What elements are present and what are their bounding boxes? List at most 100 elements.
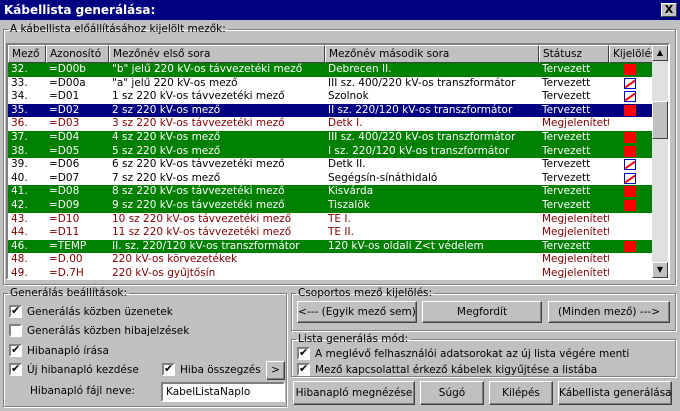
exit-button[interactable]: Kilépés bbox=[489, 381, 553, 405]
cell-azon: =D02 bbox=[49, 103, 80, 116]
opt-messages-label: Generálás közben üzenetek bbox=[27, 305, 173, 318]
cell-kijeloles[interactable] bbox=[609, 253, 654, 267]
opt-summary-label: Hiba összegzés bbox=[180, 363, 261, 376]
selected-mark-icon[interactable] bbox=[624, 64, 636, 75]
opt-append-checkbox[interactable] bbox=[297, 346, 310, 360]
col-header-kijeloles[interactable]: Kijelölés bbox=[609, 45, 654, 63]
cell-kijeloles[interactable] bbox=[609, 145, 654, 159]
cell-kijeloles[interactable] bbox=[609, 158, 654, 172]
fields-group-title: A kábellista előállításához kijelölt mez… bbox=[10, 23, 226, 35]
cell-mezo: 43. bbox=[11, 212, 28, 225]
cell-mezo: 40. bbox=[11, 171, 28, 184]
view-log-button[interactable]: Hibanapló megnézése bbox=[293, 381, 415, 405]
select-none-button[interactable]: <--- (Egyik mező sem) bbox=[297, 301, 417, 323]
cell-nev1: 6 sz 220 kV-os távvezetéki mező bbox=[112, 158, 285, 171]
logfile-input[interactable]: KabelListaNaplo bbox=[161, 382, 285, 402]
crossed-mark-icon[interactable] bbox=[624, 159, 636, 171]
table-row[interactable]: 49. =D.7H 220 kV-os gyűjtősín Megjelenített bbox=[8, 266, 654, 279]
cell-nev2: Kisvárda bbox=[328, 185, 374, 198]
scroll-up-icon[interactable]: ▲ bbox=[652, 45, 668, 61]
table-row[interactable]: 37. =D04 4 sz 220 kV-os mező III sz. 400/22… bbox=[8, 130, 654, 145]
table-row[interactable]: 40. =D07 7 sz 220 kV-os mező Segégsín-sínát… bbox=[8, 171, 654, 186]
cell-kijeloles[interactable] bbox=[609, 199, 654, 213]
col-header-azonosito[interactable]: Azonosító bbox=[46, 45, 109, 63]
cell-kijeloles[interactable] bbox=[609, 240, 654, 254]
cell-kijeloles[interactable] bbox=[609, 267, 654, 278]
cell-kijeloles[interactable] bbox=[609, 63, 654, 77]
help-button[interactable]: Súgó bbox=[420, 381, 484, 405]
cell-mezo: 44. bbox=[11, 226, 28, 239]
cell-status: Tervezett bbox=[542, 76, 591, 89]
cell-azon: =D08 bbox=[49, 185, 80, 198]
selected-mark-icon[interactable] bbox=[624, 131, 636, 143]
opt-log-write-checkbox[interactable] bbox=[9, 343, 22, 357]
table-row[interactable]: 33. =D00a "a" jelű 220 kV-os mező III sz. 4… bbox=[8, 76, 654, 91]
cell-kijeloles[interactable] bbox=[609, 104, 654, 118]
table-row[interactable]: 43. =D10 10 sz 220 kV-os távvezetéki mező T… bbox=[8, 212, 654, 227]
cell-nev1: 1 sz 220 kV-os távvezetéki mező bbox=[112, 90, 285, 103]
col-header-nev1[interactable]: Mezőnév első sora bbox=[109, 45, 325, 63]
opt-errors-checkbox[interactable] bbox=[9, 324, 22, 337]
crossed-mark-icon[interactable] bbox=[624, 172, 636, 184]
col-header-nev2[interactable]: Mezőnév második sora bbox=[325, 45, 539, 63]
opt-append[interactable]: A meglévő felhasználói adatsorokat az új… bbox=[297, 346, 629, 360]
col-header-status[interactable]: Státusz bbox=[539, 45, 609, 63]
vertical-scrollbar[interactable]: ▲ ▼ bbox=[652, 45, 668, 278]
cell-kijeloles[interactable] bbox=[609, 172, 654, 186]
table-row[interactable]: 46. =TEMP II. sz. 220/120 kV-os transzform… bbox=[8, 239, 654, 254]
cell-kijeloles[interactable] bbox=[609, 90, 654, 104]
opt-collect[interactable]: Mező kapcsolattal érkező kábelek kigyűjt… bbox=[297, 362, 597, 376]
opt-collect-checkbox[interactable] bbox=[297, 362, 310, 376]
cell-status: Tervezett bbox=[542, 144, 591, 157]
col-header-mezo[interactable]: Mező bbox=[8, 45, 46, 63]
cell-nev2: III sz. 400/220 kV-os transzformátor bbox=[328, 76, 516, 89]
opt-log-write[interactable]: Hibanapló írása bbox=[9, 343, 109, 357]
cell-azon: =D.7H bbox=[49, 266, 84, 279]
crossed-mark-icon[interactable] bbox=[624, 77, 636, 89]
table-row[interactable]: 36. =D03 3 sz 220 kV-os távvezetéki mező De… bbox=[8, 117, 654, 131]
cell-kijeloles[interactable] bbox=[609, 117, 654, 131]
opt-summary-checkbox[interactable] bbox=[162, 362, 175, 376]
cell-nev2 bbox=[325, 253, 539, 267]
opt-new-log[interactable]: Új hibanapló kezdése bbox=[9, 362, 139, 376]
close-button[interactable]: X bbox=[661, 3, 677, 17]
table-row[interactable]: 48. =D.00 220 kV-os körvezetékek Megjelenít… bbox=[8, 253, 654, 267]
table-row[interactable]: 44. =D11 11 sz 220 kV-os távvezetéki mező T… bbox=[8, 226, 654, 240]
scroll-thumb[interactable] bbox=[652, 101, 668, 139]
cell-mezo: 32. bbox=[11, 63, 28, 75]
scroll-down-icon[interactable]: ▼ bbox=[652, 262, 668, 278]
selected-mark-icon[interactable] bbox=[624, 199, 636, 211]
cell-kijeloles[interactable] bbox=[609, 77, 654, 91]
table-row[interactable]: 35. =D02 2 sz 220 kV-os mező II sz. 220/120… bbox=[8, 103, 654, 118]
selected-mark-icon[interactable] bbox=[624, 186, 636, 198]
fields-list[interactable]: Mező Azonosító Mezőnév első sora Mezőnév… bbox=[6, 43, 670, 280]
opt-messages[interactable]: Generálás közben üzenetek bbox=[9, 304, 173, 318]
table-row[interactable]: 39. =D06 6 sz 220 kV-os távvezetéki mező De… bbox=[8, 158, 654, 172]
table-row[interactable]: 32. =D00b "b" jelű 220 kV-os távvezetéki m… bbox=[8, 63, 654, 77]
logfile-label: Hibanapló fájl neve: bbox=[30, 385, 135, 397]
crossed-mark-icon[interactable] bbox=[624, 91, 636, 103]
table-row[interactable]: 41. =D08 8 sz 220 kV-os távvezetéki mező Ki… bbox=[8, 185, 654, 199]
opt-new-log-checkbox[interactable] bbox=[9, 362, 22, 376]
selected-mark-icon[interactable] bbox=[624, 145, 636, 157]
cell-kijeloles[interactable] bbox=[609, 226, 654, 240]
generate-button[interactable]: Kábellista generálása bbox=[558, 381, 672, 405]
opt-summary[interactable]: Hiba összegzés bbox=[162, 362, 261, 376]
selected-mark-icon[interactable] bbox=[624, 240, 636, 252]
table-row[interactable]: 38. =D05 5 sz 220 kV-os mező I sz. 220/120 … bbox=[8, 144, 654, 159]
cell-azon: =D07 bbox=[49, 171, 80, 184]
selected-mark-icon[interactable] bbox=[624, 104, 636, 116]
select-all-button[interactable]: (Minden mező) ---> bbox=[548, 301, 670, 323]
opt-errors[interactable]: Generálás közben hibajelzések bbox=[9, 324, 189, 337]
summary-more-button[interactable]: > bbox=[266, 361, 285, 380]
table-row[interactable]: 34. =D01 1 sz 220 kV-os távvezetéki mező Sz… bbox=[8, 90, 654, 104]
cell-kijeloles[interactable] bbox=[609, 213, 654, 227]
opt-messages-checkbox[interactable] bbox=[9, 304, 22, 318]
invert-selection-button[interactable]: Megfordít bbox=[422, 301, 542, 323]
cell-kijeloles[interactable] bbox=[609, 131, 654, 145]
cell-kijeloles[interactable] bbox=[609, 185, 654, 199]
cell-mezo: 37. bbox=[11, 130, 28, 143]
cell-nev1: 3 sz 220 kV-os távvezetéki mező bbox=[112, 117, 285, 130]
cell-azon: =D09 bbox=[49, 198, 80, 211]
table-row[interactable]: 42. =D09 9 sz 220 kV-os távvezetéki mező Ti… bbox=[8, 198, 654, 213]
